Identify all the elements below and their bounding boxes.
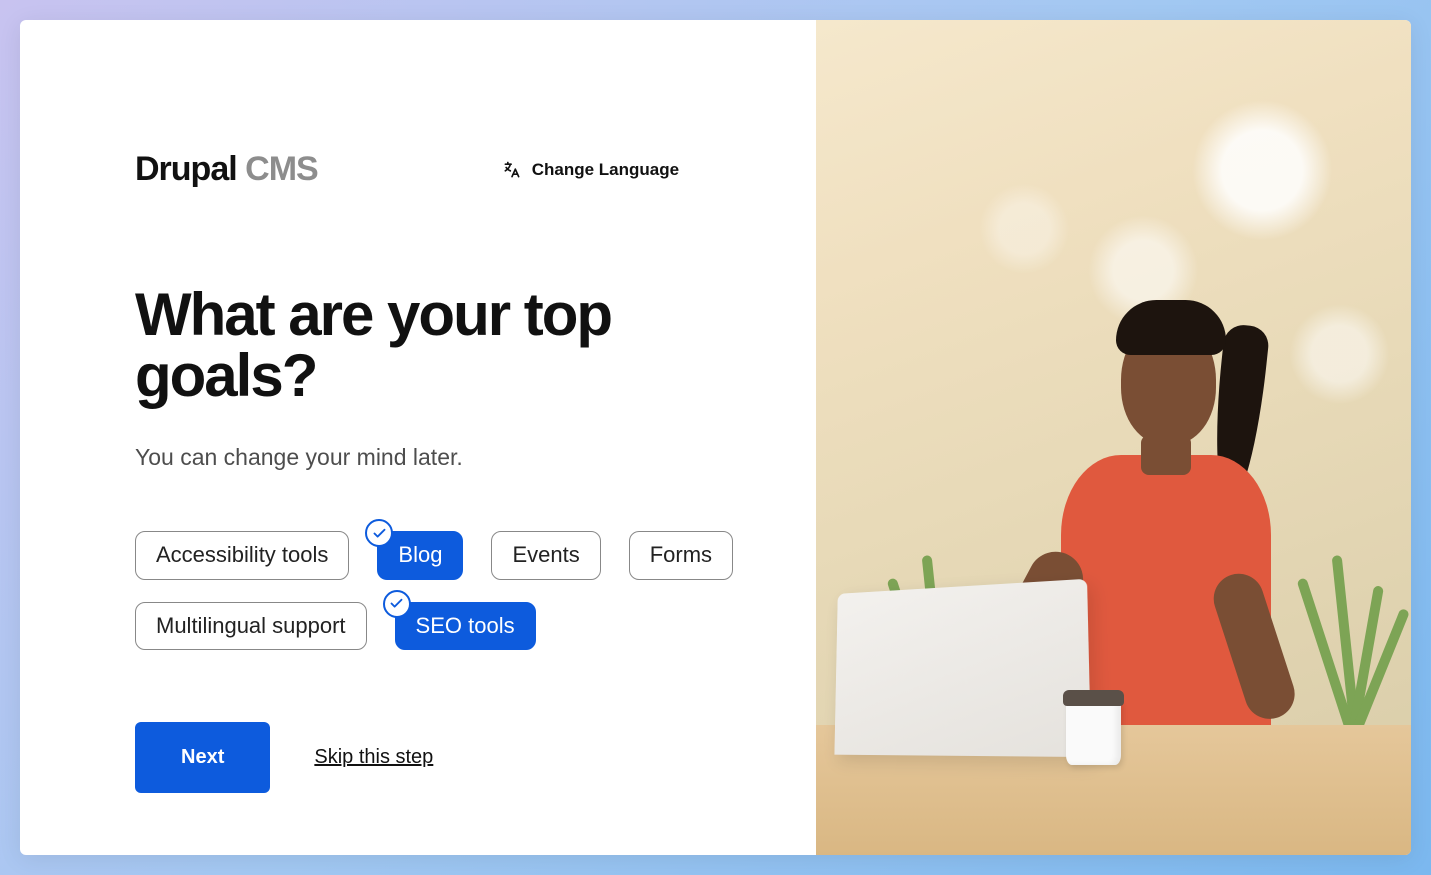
logo-brand: Drupal bbox=[135, 150, 237, 188]
goal-chip[interactable]: Accessibility tools bbox=[135, 531, 349, 579]
goal-chip[interactable]: Multilingual support bbox=[135, 602, 367, 650]
goal-chip-label: SEO tools bbox=[416, 613, 515, 638]
goal-chip-label: Blog bbox=[398, 542, 442, 567]
installer-window: Drupal CMS Change Language What are your… bbox=[20, 20, 1411, 855]
goal-chip[interactable]: SEO tools bbox=[395, 602, 536, 650]
check-icon bbox=[365, 519, 393, 547]
change-language-label: Change Language bbox=[532, 160, 679, 180]
hero-plant bbox=[1301, 535, 1391, 735]
translate-icon bbox=[502, 160, 522, 180]
header-row: Drupal CMS Change Language bbox=[135, 150, 746, 189]
hero-image bbox=[816, 20, 1411, 855]
product-logo: Drupal CMS bbox=[135, 150, 318, 189]
goal-chip[interactable]: Events bbox=[491, 531, 600, 579]
content-pane: Drupal CMS Change Language What are your… bbox=[20, 20, 816, 855]
next-button[interactable]: Next bbox=[135, 722, 270, 793]
check-icon bbox=[383, 590, 411, 618]
change-language-button[interactable]: Change Language bbox=[498, 154, 683, 186]
goal-chip-label: Forms bbox=[650, 542, 712, 567]
skip-link[interactable]: Skip this step bbox=[314, 746, 433, 769]
page-title: What are your top goals? bbox=[135, 284, 746, 406]
logo-suffix: CMS bbox=[245, 150, 318, 188]
goal-chip-label: Events bbox=[512, 542, 579, 567]
goals-chip-group: Accessibility tools Blog Events Forms Multil… bbox=[135, 531, 746, 650]
hero-laptop bbox=[834, 579, 1091, 757]
goal-chip[interactable]: Forms bbox=[629, 531, 733, 579]
action-row: Next Skip this step bbox=[135, 722, 746, 793]
goal-chip[interactable]: Blog bbox=[377, 531, 463, 579]
page-subtitle: You can change your mind later. bbox=[135, 444, 746, 471]
goal-chip-label: Accessibility tools bbox=[156, 542, 328, 567]
goal-chip-label: Multilingual support bbox=[156, 613, 346, 638]
hero-coffee-cup bbox=[1066, 690, 1121, 765]
